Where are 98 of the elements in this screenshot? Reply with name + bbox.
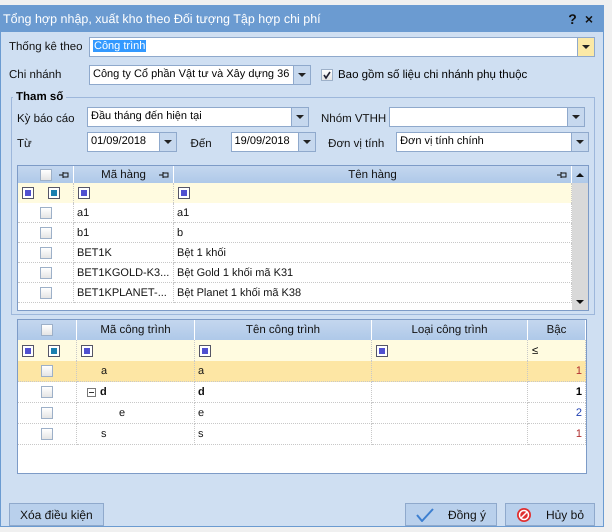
dropdown-caret-icon — [576, 140, 584, 144]
period-dropdown[interactable]: Đầu tháng đến hiện tại — [87, 107, 309, 127]
unit-dropdown[interactable]: Đơn vị tính chính — [396, 132, 589, 152]
checkbox[interactable] — [40, 266, 52, 278]
dropdown-button[interactable] — [577, 38, 594, 56]
table-cell: b1 — [77, 226, 90, 238]
table-cell: 1 — [576, 386, 582, 398]
field-label: Thống kê theo — [9, 41, 84, 53]
dropdown-button[interactable] — [298, 133, 316, 151]
field-label: Chi nhánh — [9, 69, 62, 81]
close-button[interactable]: × — [580, 11, 597, 27]
table-cell: BET1KPLANET-... — [77, 286, 167, 298]
filter-operator[interactable]: ≤ — [532, 344, 538, 356]
dropdown-caret-icon — [298, 73, 306, 77]
table-cell: e — [119, 407, 126, 419]
filter-square-icon[interactable] — [199, 344, 211, 356]
table-cell: 1 — [576, 428, 582, 440]
table-cell: a1 — [177, 206, 190, 218]
column-header[interactable]: Tên công trình — [195, 320, 372, 340]
filter-square-icon[interactable] — [81, 344, 93, 356]
help-button[interactable]: ? — [564, 11, 581, 27]
table-cell: Bệt Planet 1 khối mã K38 — [177, 286, 302, 298]
field-label: Nhóm VTHH — [321, 112, 388, 125]
table-row[interactable]: d d 1 — [18, 382, 586, 403]
to-date-picker[interactable]: 19/09/2018 — [230, 132, 316, 152]
table-cell: BET1KGOLD-K3... — [77, 266, 170, 278]
checkbox[interactable] — [41, 365, 53, 377]
filter-all-icon[interactable] — [48, 344, 60, 356]
checkmark-icon — [416, 508, 434, 522]
checkbox[interactable] — [41, 407, 53, 419]
checkbox[interactable] — [40, 246, 52, 258]
table-row[interactable]: e e 2 — [18, 403, 586, 424]
checkbox[interactable] — [40, 168, 52, 180]
checkbox[interactable] — [41, 386, 53, 398]
from-date-picker[interactable]: 01/09/2018 — [87, 132, 177, 152]
clear-conditions-button[interactable]: Xóa điều kiện — [9, 503, 104, 526]
pin-icon[interactable] — [59, 171, 69, 179]
table-cell: 1 — [576, 365, 582, 377]
table-cell: e — [198, 407, 204, 419]
filter-square-icon[interactable] — [78, 187, 90, 199]
table-row[interactable]: a a 1 — [18, 361, 586, 382]
checkbox-label: Bao gồm số liệu chi nhánh phụ thuộc — [338, 69, 528, 81]
column-header[interactable]: Bậc — [528, 320, 586, 340]
table-cell: BET1K — [77, 246, 112, 258]
checkbox[interactable] — [41, 428, 53, 440]
prohibited-icon — [516, 506, 532, 522]
filter-square-icon[interactable] — [178, 187, 190, 199]
filter-square-icon[interactable] — [22, 344, 34, 356]
dropdown-button[interactable] — [571, 133, 588, 151]
table-cell: a — [101, 365, 108, 377]
pin-icon[interactable] — [557, 171, 567, 179]
checkbox[interactable] — [40, 226, 52, 238]
table-cell: Bệt Gold 1 khối mã K31 — [177, 266, 294, 278]
table-cell: d — [198, 386, 205, 398]
ok-button[interactable]: Đồng ý — [404, 503, 497, 526]
table-cell: s — [198, 428, 204, 440]
column-header[interactable]: Mã công trình — [77, 320, 195, 340]
dropdown-caret-icon — [303, 140, 312, 144]
column-header[interactable]: Tên hàng — [174, 166, 572, 183]
dropdown-button[interactable] — [291, 108, 308, 126]
dropdown-button[interactable] — [567, 108, 584, 126]
dropdown-caret-icon — [572, 115, 580, 119]
table-cell: a1 — [77, 206, 90, 218]
dropdown-button[interactable] — [293, 66, 310, 84]
table-cell: d — [100, 386, 107, 398]
field-label: Từ — [17, 137, 33, 150]
filter-square-icon[interactable] — [376, 344, 388, 356]
scroll-up-icon[interactable] — [576, 172, 584, 176]
filter-square-icon[interactable] — [22, 187, 34, 199]
table-cell: Bệt 1 khối — [177, 246, 226, 258]
table-cell: a — [198, 365, 204, 377]
table-row[interactable]: s s 1 — [18, 424, 586, 445]
dropdown-caret-icon — [296, 115, 304, 119]
field-label: Đơn vị tính — [328, 137, 386, 150]
collapse-icon[interactable] — [87, 388, 96, 396]
checkbox[interactable] — [321, 69, 333, 81]
cancel-button[interactable]: Hủy bỏ — [504, 503, 595, 526]
scroll-down-icon[interactable] — [576, 300, 584, 304]
field-label: Đến — [190, 137, 213, 150]
table-cell: b — [177, 226, 184, 238]
dropdown-caret-icon — [164, 140, 172, 144]
column-header[interactable]: Loại công trình — [372, 320, 528, 340]
table-cell: s — [101, 428, 106, 440]
table-cell: 2 — [576, 407, 582, 419]
checkbox[interactable] — [40, 286, 52, 298]
checkbox[interactable] — [41, 324, 53, 336]
field-label: Kỳ báo cáo — [17, 112, 76, 125]
branch-dropdown[interactable]: Công ty Cổ phần Vật tư và Xây dựng 36 — [89, 65, 311, 85]
checkbox[interactable] — [40, 206, 52, 218]
dropdown-caret-icon — [582, 45, 590, 49]
filter-all-icon[interactable] — [48, 187, 60, 199]
vertical-scrollbar[interactable] — [572, 166, 588, 310]
pin-icon[interactable] — [159, 171, 169, 179]
group-title: Tham số — [15, 91, 64, 103]
column-header[interactable]: Mã hàng — [74, 166, 174, 183]
dropdown-button[interactable] — [158, 133, 176, 151]
column-header[interactable] — [18, 166, 74, 183]
window-title: Tổng hợp nhập, xuất kho theo Đối tượng Tập hợp chi phí — [3, 12, 322, 26]
